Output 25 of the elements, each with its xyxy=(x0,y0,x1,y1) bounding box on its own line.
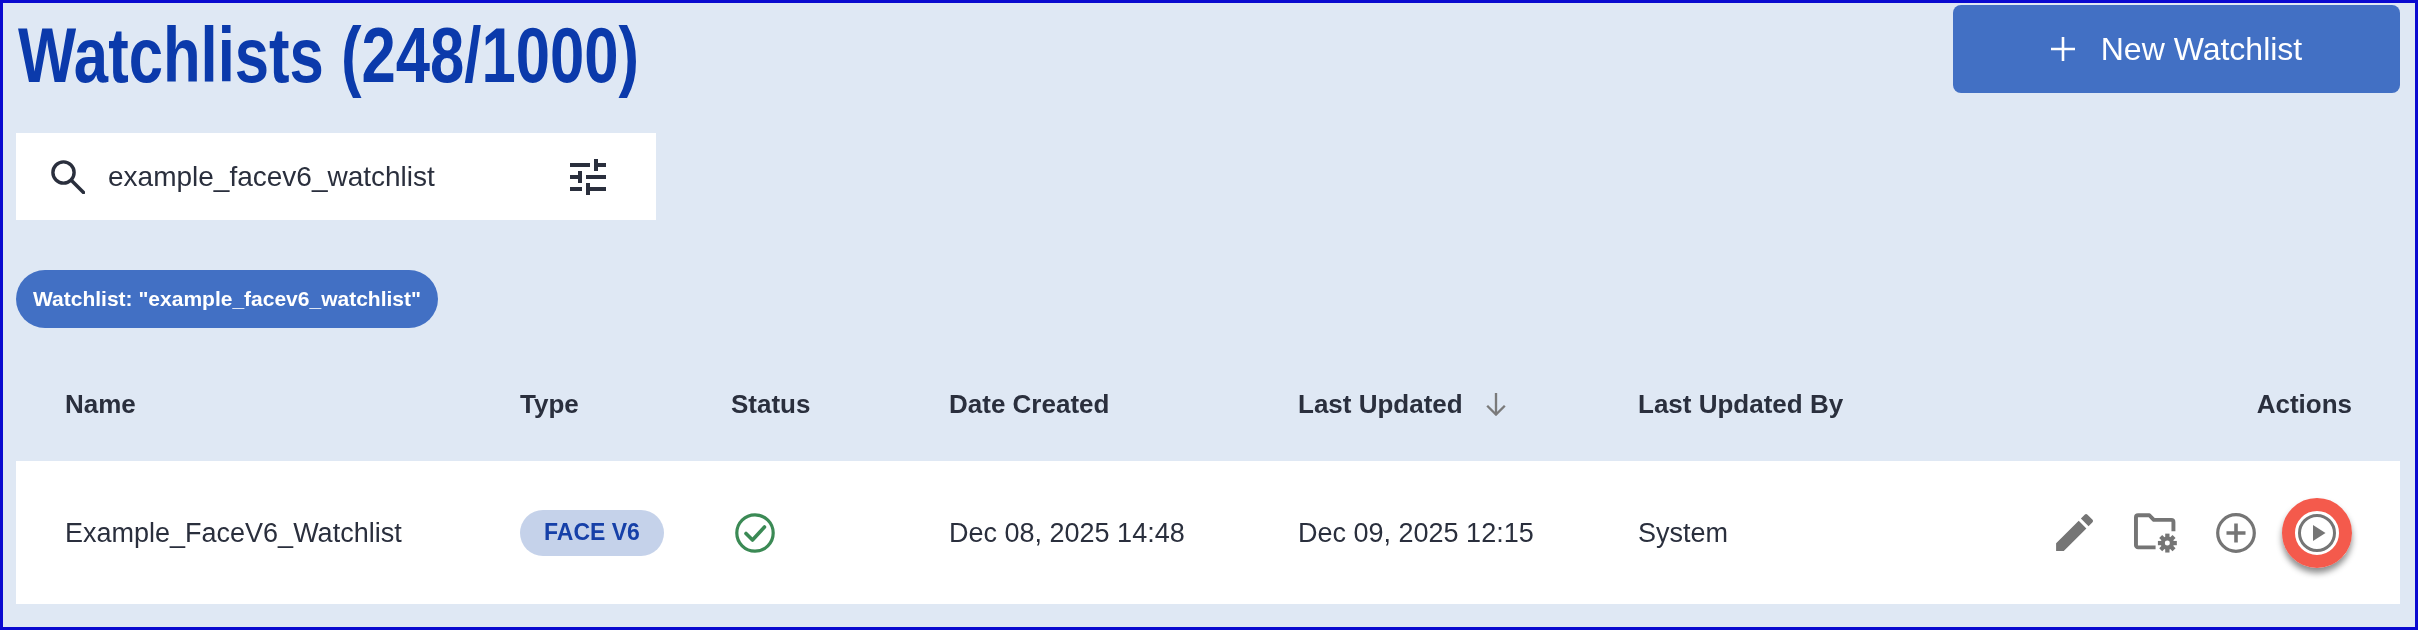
column-header: Last Updated By xyxy=(1638,389,1844,419)
search-icon xyxy=(50,159,85,194)
date-created: Dec 08, 2025 14:48 xyxy=(949,517,1185,548)
filter-button[interactable] xyxy=(570,159,606,195)
column-header: Last Updated xyxy=(1298,389,1463,419)
new-watchlist-button[interactable]: New Watchlist xyxy=(1953,5,2400,93)
sliders-icon xyxy=(570,159,606,195)
updated-by: System xyxy=(1638,517,1729,548)
search-field[interactable]: example_facev6_watchlist xyxy=(16,133,656,220)
type-tag: FACE V6 xyxy=(520,509,664,556)
plus-circle-icon xyxy=(2216,512,2256,553)
column-header: Actions xyxy=(2256,389,2352,419)
add-button[interactable] xyxy=(2214,510,2258,555)
column-header: Type xyxy=(520,389,579,419)
folder-gear-icon xyxy=(2133,512,2177,553)
plus-icon xyxy=(2050,37,2075,61)
watchlist-name: Example_FaceV6_Watchlist xyxy=(65,517,402,548)
folder-settings-button[interactable] xyxy=(2133,510,2177,555)
play-circle-icon xyxy=(2298,513,2336,552)
last-updated: Dec 09, 2025 12:15 xyxy=(1298,517,1534,548)
column-header: Date Created xyxy=(949,389,1110,419)
filter-chip[interactable]: Watchlist: "example_facev6_watchlist" xyxy=(16,270,438,328)
column-header: Status xyxy=(731,389,811,419)
column-header: Name xyxy=(65,389,136,419)
pencil-icon xyxy=(2055,514,2093,551)
